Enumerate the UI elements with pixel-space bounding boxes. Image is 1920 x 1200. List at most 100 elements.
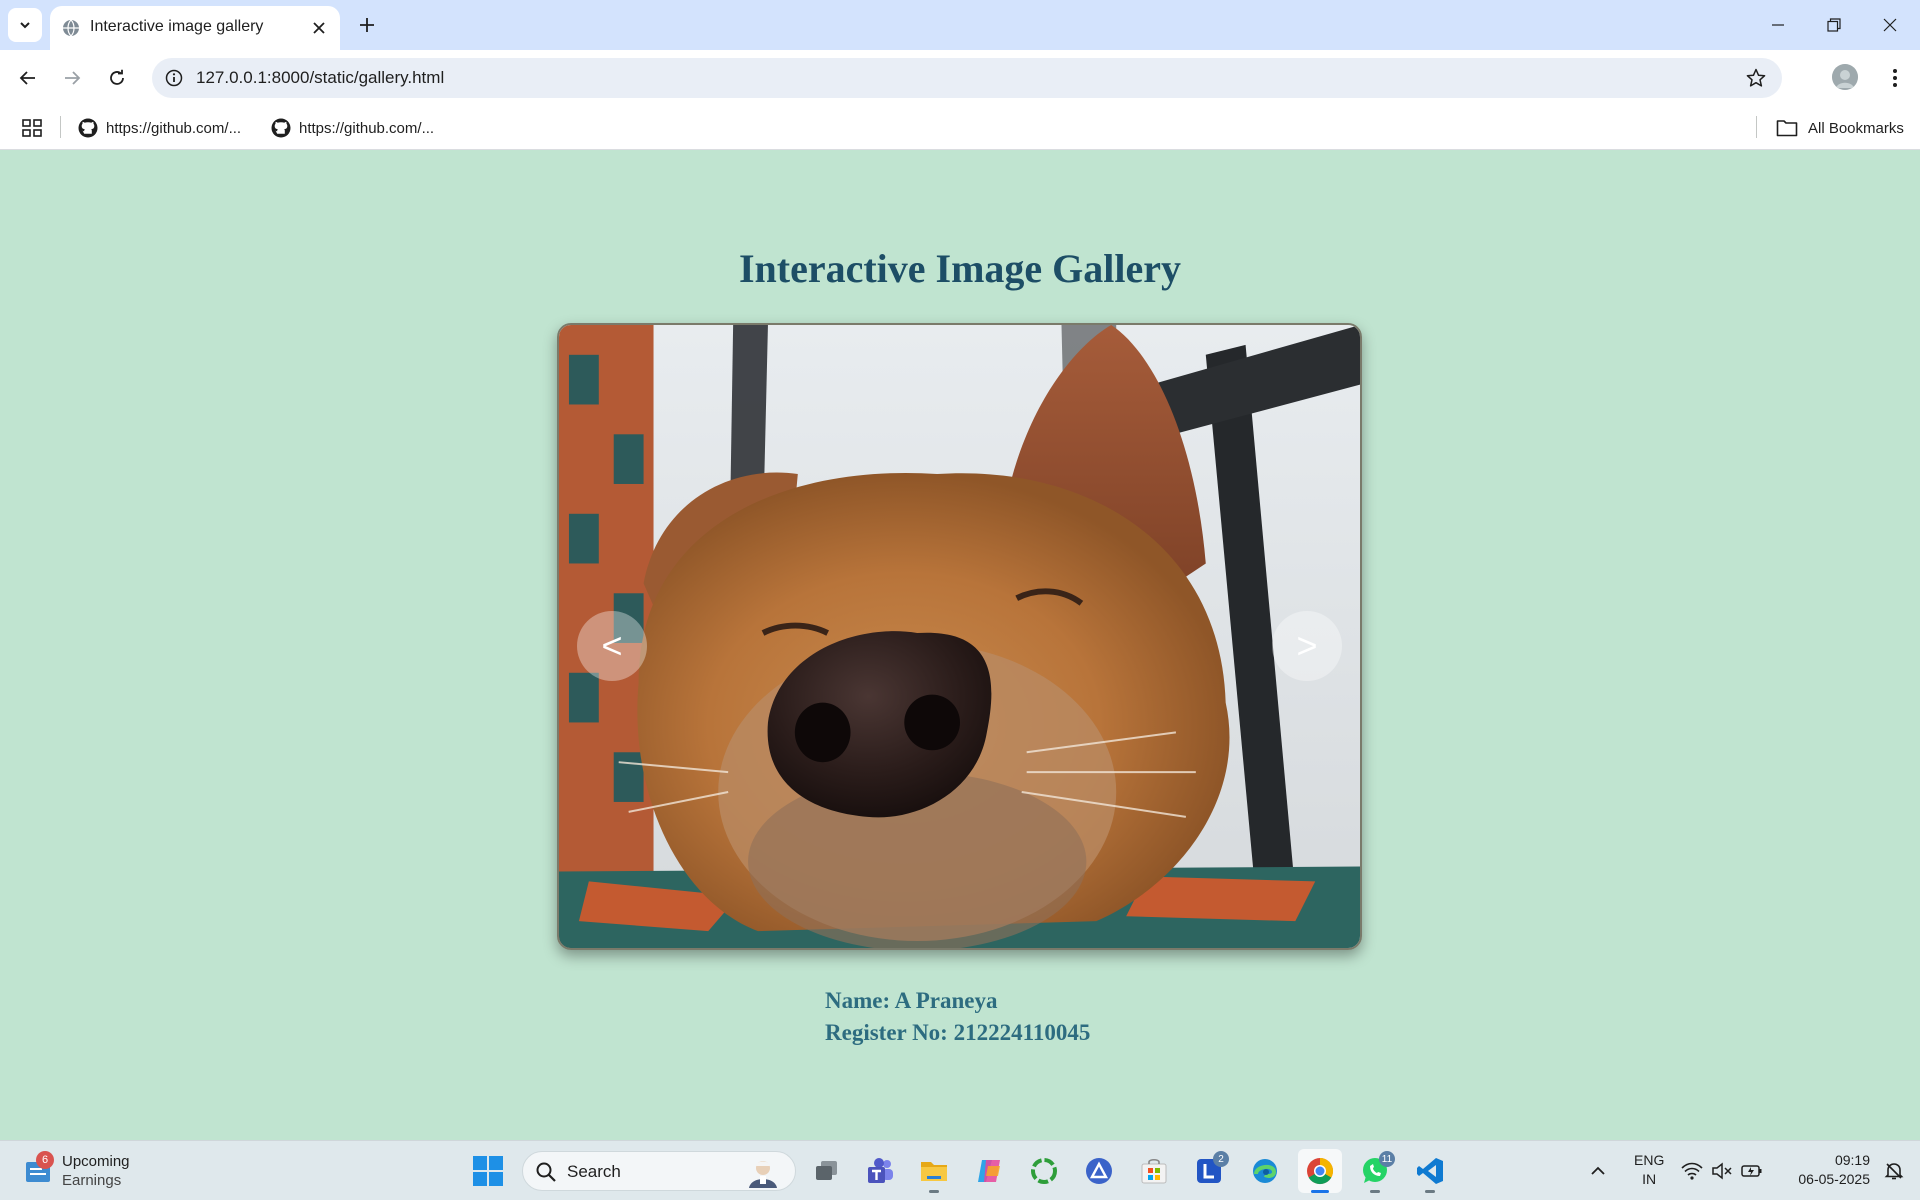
back-button[interactable] (10, 60, 46, 96)
taskbar-app-delta[interactable] (1077, 1149, 1121, 1193)
taskbar-search[interactable]: Search (522, 1151, 796, 1191)
bookmarks-separator (60, 116, 61, 138)
tab-search-button[interactable] (8, 8, 42, 42)
site-info-button[interactable] (160, 64, 188, 92)
battery-charging-icon (1741, 1165, 1762, 1177)
widget-badge: 6 (36, 1151, 54, 1169)
folder-icon (921, 1162, 947, 1181)
image-gallery: < > (557, 323, 1362, 950)
page-title: Interactive Image Gallery (738, 246, 1182, 291)
language-line-1: ENG (1634, 1152, 1665, 1168)
url-text[interactable]: 127.0.0.1:8000/static/gallery.html (196, 68, 444, 88)
globe-icon (63, 19, 79, 37)
browser-menu-button[interactable] (1880, 62, 1910, 94)
start-button[interactable] (472, 1155, 504, 1187)
plus-icon (360, 18, 374, 32)
tab-strip: Interactive image gallery (0, 0, 1920, 50)
info-icon (165, 69, 183, 87)
volume-muted-icon (1712, 1162, 1732, 1180)
taskbar-app-vscode[interactable] (1408, 1149, 1452, 1193)
notifications-button[interactable] (1876, 1149, 1912, 1193)
reload-icon (110, 69, 124, 85)
widgets-button[interactable]: 6 Upcoming Earnings (24, 1149, 130, 1193)
bookmark-label: https://github.com/... (106, 119, 242, 137)
show-hidden-icons-button[interactable] (1580, 1149, 1616, 1193)
taskbar-app-chrome[interactable] (1298, 1149, 1342, 1193)
tab-close-button[interactable] (306, 15, 332, 41)
restore-button[interactable] (1806, 0, 1862, 50)
arrow-left-icon (19, 71, 35, 85)
next-image-button[interactable]: > (1272, 611, 1342, 681)
running-indicator (1425, 1190, 1435, 1193)
running-indicator (929, 1190, 939, 1193)
address-bar[interactable]: 127.0.0.1:8000/static/gallery.html (152, 58, 1782, 98)
new-tab-button[interactable] (352, 10, 382, 40)
widget-title: Upcoming (62, 1153, 130, 1170)
bookmark-item-2[interactable]: https://github.com/... (271, 113, 434, 143)
taskbar-app-l[interactable]: 2 (1187, 1149, 1231, 1193)
task-view-icon (816, 1161, 837, 1180)
wifi-icon (1681, 1162, 1703, 1180)
taskbar-app-microsoft-store[interactable] (1132, 1149, 1176, 1193)
tab-active[interactable]: Interactive image gallery (50, 6, 340, 50)
gallery-image (559, 325, 1360, 948)
minimize-button[interactable] (1750, 0, 1806, 50)
chevron-up-icon (1591, 1166, 1605, 1175)
app-badge: 2 (1213, 1151, 1229, 1167)
widget-text: Upcoming Earnings (62, 1152, 130, 1190)
taskbar-app-task-view[interactable] (805, 1149, 849, 1193)
chevron-down-icon (20, 22, 30, 29)
language-line-2: IN (1642, 1171, 1657, 1187)
edge-icon (1253, 1159, 1277, 1183)
quick-settings-button[interactable] (1674, 1149, 1770, 1193)
all-bookmarks-label: All Bookmarks (1808, 119, 1904, 137)
clock-date: 06-05-2025 (1798, 1171, 1870, 1187)
widget-subtitle: Earnings (62, 1172, 122, 1189)
github-icon (271, 118, 291, 138)
apps-grid-icon (22, 119, 42, 137)
bookmark-star-button[interactable] (1742, 64, 1770, 92)
bookmarks-bar: https://github.com/... https://github.co… (0, 106, 1920, 150)
app-badge: 11 (1379, 1151, 1395, 1167)
forward-button[interactable] (54, 60, 90, 96)
close-icon (313, 22, 325, 34)
clock-time: 09:19 (1834, 1152, 1870, 1168)
all-bookmarks-button[interactable]: All Bookmarks (1776, 113, 1904, 143)
close-window-button[interactable] (1862, 0, 1918, 50)
chrome-icon (1307, 1157, 1334, 1185)
previous-image-button[interactable]: < (577, 611, 647, 681)
bookmark-item-1[interactable]: https://github.com/... (78, 113, 241, 143)
search-icon (536, 1162, 556, 1182)
page-content: Interactive Image Gallery < > Name: A Pr… (0, 150, 1920, 1140)
star-icon (1746, 68, 1766, 87)
stocks-widget-icon: 6 (24, 1151, 54, 1185)
taskbar-app-file-explorer[interactable] (912, 1149, 956, 1193)
taskbar-app-teams[interactable] (858, 1149, 902, 1193)
arrow-right-icon (65, 71, 81, 85)
running-indicator (1311, 1190, 1329, 1193)
folder-icon (1776, 120, 1798, 137)
taskbar: 6 Upcoming Earnings Search 2 11 ENG IN 0… (0, 1140, 1920, 1200)
delta-app-icon (1086, 1158, 1112, 1184)
taskbar-app-whatsapp[interactable]: 11 (1353, 1149, 1397, 1193)
bookmark-label: https://github.com/... (299, 119, 435, 137)
profile-avatar[interactable] (1832, 64, 1858, 90)
profile-icon (1832, 64, 1858, 90)
language-indicator[interactable]: ENG IN (1634, 1151, 1664, 1189)
taskbar-app-circle[interactable] (1022, 1149, 1066, 1193)
bell-icon (1884, 1163, 1904, 1180)
name-line: Name: A Praneya (825, 988, 998, 1013)
apps-button[interactable] (20, 116, 44, 140)
minimize-icon (1772, 24, 1784, 26)
reload-button[interactable] (99, 60, 135, 96)
bookmarks-separator (1756, 116, 1757, 138)
copilot-icon (978, 1160, 1000, 1182)
running-indicator (1370, 1190, 1380, 1193)
circle-app-icon (1031, 1158, 1057, 1184)
taskbar-app-edge[interactable] (1243, 1149, 1287, 1193)
clock[interactable]: 09:19 06-05-2025 (1780, 1151, 1870, 1189)
browser-toolbar: 127.0.0.1:8000/static/gallery.html (0, 50, 1920, 106)
taskbar-app-copilot[interactable] (967, 1149, 1011, 1193)
vscode-icon (1417, 1158, 1443, 1184)
store-icon (1141, 1158, 1167, 1184)
